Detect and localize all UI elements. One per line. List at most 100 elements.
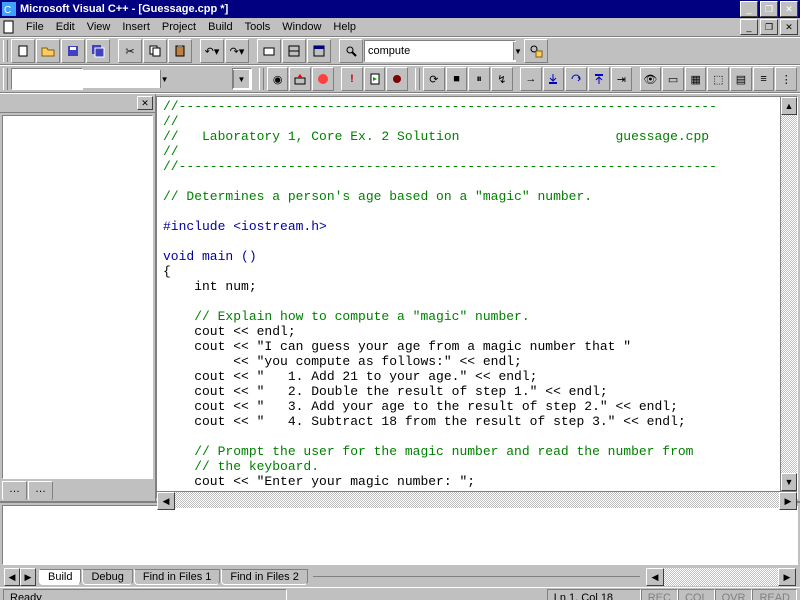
run-to-cursor-button[interactable]: ⇥	[611, 67, 633, 91]
output-tab-find-in-files-1[interactable]: Find in Files 1	[134, 569, 220, 585]
title-bar: C Microsoft Visual C++ - [Guessage.cpp *…	[0, 0, 800, 18]
execute-button[interactable]: !	[341, 67, 363, 91]
find-button[interactable]	[339, 39, 363, 63]
save-all-button[interactable]	[86, 39, 110, 63]
workspace-tab-0[interactable]: …	[2, 481, 27, 501]
stop-debug-button[interactable]: ■	[446, 67, 468, 91]
menu-view[interactable]: View	[81, 19, 117, 35]
menu-insert[interactable]: Insert	[116, 19, 156, 35]
find-in-files-button[interactable]	[524, 39, 548, 63]
code-area[interactable]: //--------------------------------------…	[157, 97, 780, 491]
quickwatch-button[interactable]: 👁	[640, 67, 662, 91]
undo-button[interactable]: ↶▾	[200, 39, 224, 63]
status-ready: Ready	[3, 589, 287, 600]
mdi-close-button[interactable]: ✕	[780, 19, 798, 35]
variables-button[interactable]: ▦	[685, 67, 707, 91]
scroll-up-icon[interactable]: ▲	[781, 97, 797, 115]
toolbar-grip-3[interactable]	[259, 68, 264, 90]
menu-help[interactable]: Help	[327, 19, 362, 35]
redo-button[interactable]: ↷▾	[225, 39, 249, 63]
copy-button[interactable]	[143, 39, 167, 63]
scroll-left-icon[interactable]: ◀	[646, 568, 664, 586]
status-position: Ln 1, Col 18	[547, 589, 641, 600]
find-input[interactable]	[365, 42, 513, 60]
build-toolbar: ▼ ▼ ◉ ! ⟳ ■ ⏸ ↯ → ⇥ 👁 ▭ ▦ ⬚ ▤ ≡ ⋮	[0, 65, 800, 93]
compile-button[interactable]: ◉	[267, 67, 289, 91]
disassembly-button[interactable]: ⋮	[775, 67, 797, 91]
apply-changes-button[interactable]: ↯	[491, 67, 513, 91]
status-col: COL	[678, 589, 715, 600]
menu-edit[interactable]: Edit	[50, 19, 81, 35]
workspace-tab-1[interactable]: …	[28, 481, 53, 501]
panel-close-button[interactable]: ✕	[137, 96, 153, 110]
toolbar-grip[interactable]	[3, 40, 8, 62]
status-bar: Ready Ln 1, Col 18 REC COL OVR READ	[0, 587, 800, 600]
output-text[interactable]	[2, 505, 798, 565]
break-button[interactable]: ⏸	[468, 67, 490, 91]
stop-build-button[interactable]	[312, 67, 334, 91]
memory-button[interactable]: ▤	[730, 67, 752, 91]
chevron-down-icon[interactable]: ▼	[233, 70, 249, 88]
scroll-right-icon[interactable]: ▶	[779, 492, 797, 510]
editor-hscroll[interactable]: ◀ ▶	[157, 491, 797, 508]
mdi-restore-button[interactable]: ❐	[760, 19, 778, 35]
find-combo[interactable]: ▼	[364, 40, 516, 62]
window-title: Microsoft Visual C++ - [Guessage.cpp *]	[20, 3, 738, 15]
chevron-down-icon[interactable]: ▼	[160, 70, 169, 88]
menu-project[interactable]: Project	[156, 19, 202, 35]
tab-scroll-right[interactable]: ▶	[20, 568, 36, 586]
output-button[interactable]	[282, 39, 306, 63]
workspace: ✕ …… //---------------------------------…	[0, 93, 800, 501]
new-file-button[interactable]	[11, 39, 35, 63]
toolbar-grip-4[interactable]	[415, 68, 420, 90]
registers-button[interactable]: ⬚	[707, 67, 729, 91]
workspace-panel: ✕ ……	[0, 94, 156, 501]
chevron-down-icon[interactable]: ▼	[513, 42, 522, 60]
tab-scroll-left[interactable]: ◀	[4, 568, 20, 586]
toolbar-grip-2[interactable]	[3, 68, 8, 90]
status-rec: REC	[641, 589, 678, 600]
members-combo[interactable]: ▼	[232, 68, 252, 90]
scroll-right-icon[interactable]: ▶	[778, 568, 796, 586]
editor-vscroll[interactable]: ▲ ▼	[780, 97, 797, 491]
config-combo[interactable]: ▼	[11, 68, 83, 90]
callstack-button[interactable]: ≡	[753, 67, 775, 91]
menu-build[interactable]: Build	[202, 19, 238, 35]
menu-file[interactable]: File	[20, 19, 50, 35]
paste-button[interactable]	[168, 39, 192, 63]
breakpoint-button[interactable]	[386, 67, 408, 91]
go-button[interactable]	[364, 67, 386, 91]
output-hscroll[interactable]: ◀ ▶	[646, 568, 796, 586]
scroll-left-icon[interactable]: ◀	[157, 492, 175, 510]
show-next-button[interactable]: →	[520, 67, 542, 91]
output-tab-build[interactable]: Build	[39, 569, 81, 585]
build-button[interactable]	[289, 67, 311, 91]
minimize-button[interactable]: _	[740, 1, 758, 17]
window-list-button[interactable]	[307, 39, 331, 63]
output-tab-find-in-files-2[interactable]: Find in Files 2	[221, 569, 307, 585]
workspace-button[interactable]	[257, 39, 281, 63]
close-button[interactable]: ✕	[780, 1, 798, 17]
open-file-button[interactable]	[36, 39, 60, 63]
app-icon: C	[2, 2, 16, 16]
workspace-tree[interactable]	[2, 115, 153, 479]
doc-icon	[2, 20, 16, 34]
cut-button[interactable]: ✂	[118, 39, 142, 63]
config-input[interactable]	[12, 70, 160, 88]
output-tab-debug[interactable]: Debug	[82, 569, 132, 585]
step-over-button[interactable]	[565, 67, 587, 91]
step-into-button[interactable]	[543, 67, 565, 91]
scroll-down-icon[interactable]: ▼	[781, 473, 797, 491]
restart-button[interactable]: ⟳	[423, 67, 445, 91]
maximize-button[interactable]: ❐	[760, 1, 778, 17]
menu-bar: FileEditViewInsertProjectBuildToolsWindo…	[0, 18, 800, 37]
watch-button[interactable]: ▭	[662, 67, 684, 91]
status-read: READ	[752, 589, 797, 600]
menu-tools[interactable]: Tools	[239, 19, 277, 35]
mdi-minimize-button[interactable]: _	[740, 19, 758, 35]
menu-window[interactable]: Window	[276, 19, 327, 35]
step-out-button[interactable]	[588, 67, 610, 91]
standard-toolbar: ✂ ↶▾ ↷▾ ▼	[0, 37, 800, 65]
save-button[interactable]	[61, 39, 85, 63]
output-panel: ◀ ▶ BuildDebugFind in Files 1Find in Fil…	[0, 501, 800, 587]
